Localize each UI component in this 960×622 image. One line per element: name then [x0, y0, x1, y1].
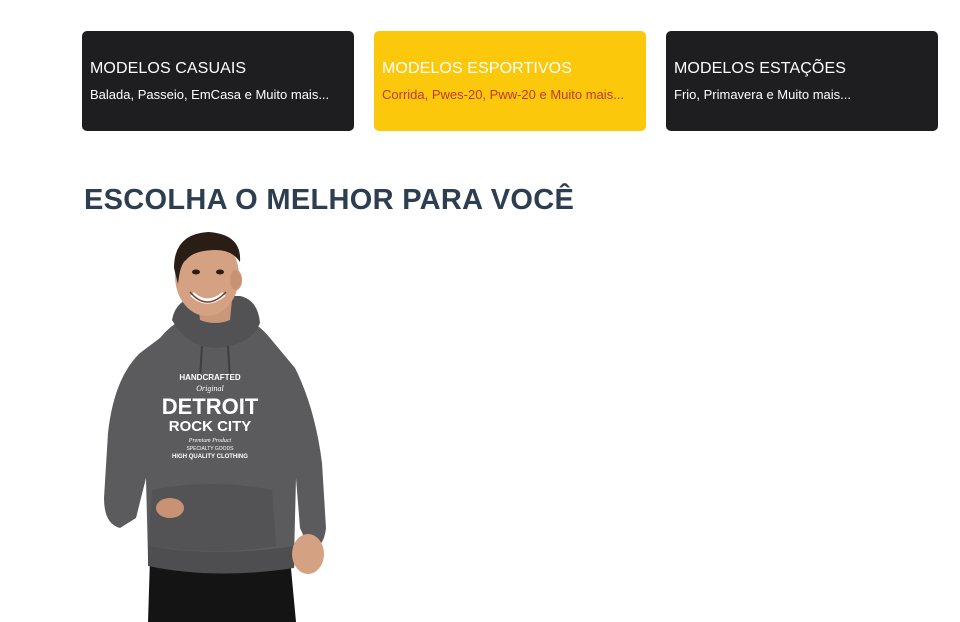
category-card-casuais[interactable]: MODELOS CASUAIS Balada, Passeio, EmCasa …: [82, 31, 354, 131]
print-text: HIGH QUALITY CLOTHING: [172, 454, 248, 460]
print-text: Original: [196, 384, 224, 393]
category-card-estacoes[interactable]: MODELOS ESTAÇÕES Frio, Primavera e Muito…: [666, 31, 938, 131]
category-title: MODELOS ESTAÇÕES: [674, 60, 847, 77]
category-description: Balada, Passeio, EmCasa e Muito mais...: [90, 87, 330, 102]
print-text: Premium Product: [188, 438, 232, 444]
category-title: MODELOS CASUAIS: [90, 60, 247, 77]
category-description: Frio, Primavera e Muito mais...: [674, 87, 851, 102]
print-text: DETROIT: [162, 394, 259, 419]
category-title: MODELOS ESPORTIVOS: [382, 60, 572, 77]
print-text: ROCK CITY: [169, 418, 252, 435]
section-heading: ESCOLHA O MELHOR PARA VOCÊ: [84, 184, 575, 216]
product-image-hoodie-model[interactable]: HANDCRAFTED Original DETROIT ROCK CITY P…: [90, 228, 340, 622]
category-description: Corrida, Pwes-20, Pww-20 e Muito mais...: [382, 87, 625, 102]
category-cards: MODELOS CASUAIS Balada, Passeio, EmCasa …: [82, 31, 938, 131]
print-text: HANDCRAFTED: [179, 373, 241, 382]
print-text: SPECIALTY GOODS: [186, 446, 234, 452]
category-card-esportivos[interactable]: MODELOS ESPORTIVOS Corrida, Pwes-20, Pww…: [374, 31, 646, 131]
